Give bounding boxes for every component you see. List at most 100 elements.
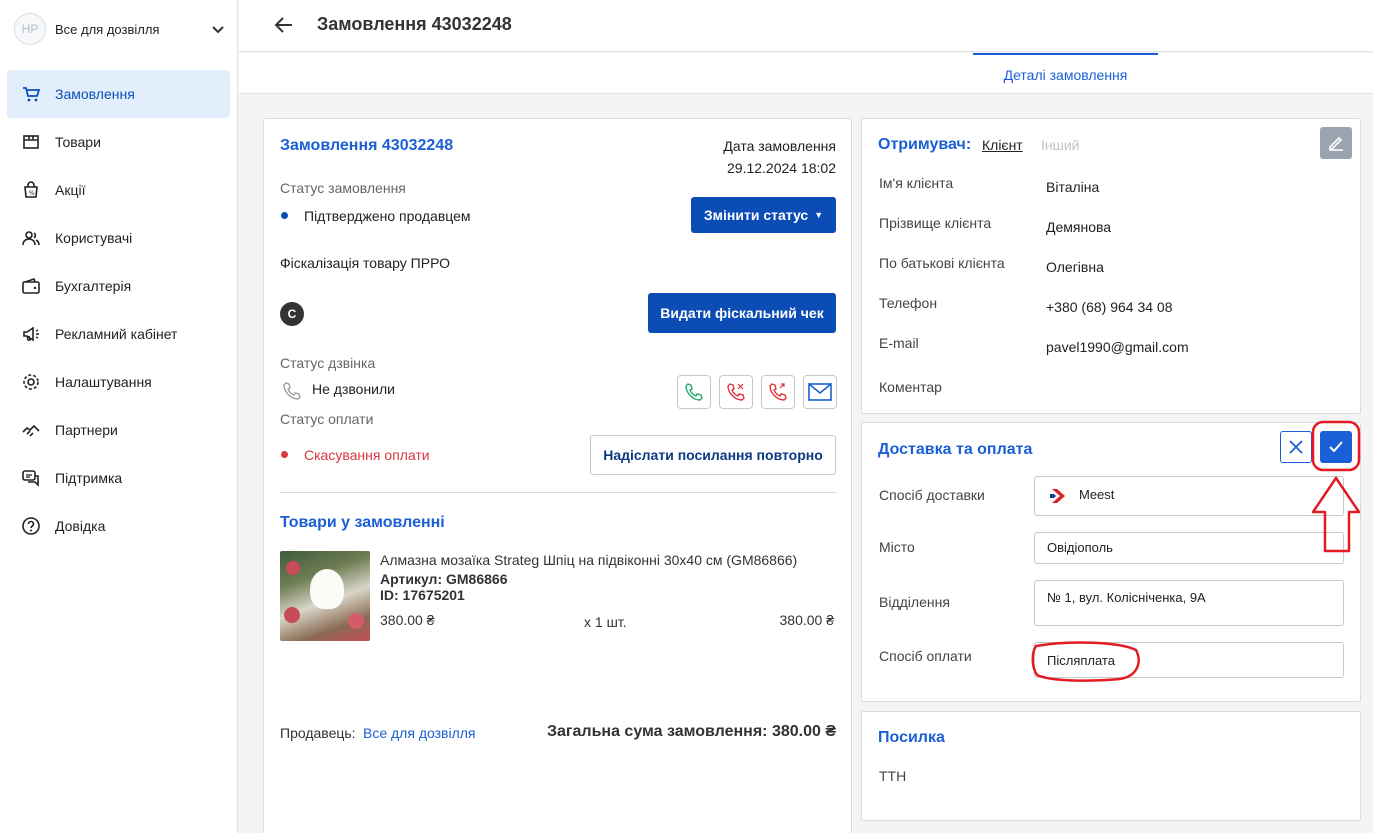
field-label: Місто <box>879 539 915 555</box>
caret-down-icon: ▼ <box>814 210 824 220</box>
payment-status-dot <box>281 451 288 458</box>
sidebar-item-label: Товари <box>55 134 101 150</box>
city-input[interactable]: Овідіополь <box>1034 532 1344 564</box>
sidebar-item-label: Замовлення <box>55 86 135 102</box>
payment-status-value: Скасування оплати <box>304 447 430 463</box>
rose <box>284 607 300 623</box>
field-label: Спосіб доставки <box>879 487 985 503</box>
phone-icon <box>283 382 301 400</box>
rose <box>286 561 300 575</box>
help-icon <box>21 516 41 536</box>
order-status-label: Статус замовлення <box>280 180 406 196</box>
order-date-value: 29.12.2024 18:02 <box>727 160 836 176</box>
call-answered-button[interactable] <box>677 375 711 409</box>
chat-icon <box>21 468 41 488</box>
rose <box>348 613 364 629</box>
send-email-button[interactable] <box>803 375 837 409</box>
seller-link[interactable]: Все для дозвілля <box>363 725 476 741</box>
field-label: Спосіб оплати <box>879 648 972 664</box>
sidebar-item-promotions[interactable]: % Акції <box>7 166 230 214</box>
sidebar-item-products[interactable]: Товари <box>7 118 230 166</box>
chevron-down-icon <box>212 26 224 34</box>
items-title: Товари у замовленні <box>280 514 445 531</box>
product-id: ID: 17675201 <box>380 587 465 603</box>
sidebar-item-accounting[interactable]: Бухгалтерія <box>7 262 230 310</box>
dog-figure <box>310 569 344 609</box>
sidebar-item-label: Підтримка <box>55 470 123 486</box>
shop-name: Все для дозвілля <box>55 21 160 37</box>
field-label: Коментар <box>879 379 942 395</box>
sidebar-item-label: Рекламний кабінет <box>55 326 178 342</box>
client-middle-name: Олегівна <box>1046 259 1104 275</box>
client-first-name: Віталіна <box>1046 179 1100 195</box>
product-sum: 380.00 ₴ <box>779 612 835 628</box>
product-image[interactable] <box>280 551 370 641</box>
sidebar-item-orders[interactable]: Замовлення <box>7 70 230 118</box>
ttn-label: ТТН <box>879 768 907 784</box>
parcel-panel: Посилка ТТН <box>861 711 1361 821</box>
delivery-method-select[interactable]: Meest <box>1034 476 1344 516</box>
call-rejected-button[interactable] <box>761 375 795 409</box>
product-article: Артикул: GM86866 <box>380 571 508 587</box>
call-missed-button[interactable] <box>719 375 753 409</box>
top-bar: Замовлення 43032248 <box>239 0 1373 52</box>
sidebar-item-help[interactable]: Довідка <box>7 502 230 550</box>
close-icon <box>1289 440 1303 454</box>
product-price: 380.00 ₴ <box>380 612 435 628</box>
status-dot <box>281 212 288 219</box>
change-status-button[interactable]: Змінити статус ▼ <box>691 197 836 233</box>
sidebar-item-label: Партнери <box>55 422 118 438</box>
delivery-method-value: Meest <box>1079 487 1115 502</box>
recipient-option-client[interactable]: Клієнт <box>982 137 1023 153</box>
sidebar-item-label: Користувачі <box>55 230 133 246</box>
back-arrow-icon[interactable] <box>273 14 295 36</box>
phone-rejected-icon <box>769 383 787 401</box>
users-icon <box>21 228 41 248</box>
cancel-button[interactable] <box>1280 431 1312 463</box>
order-title: Замовлення 43032248 <box>280 137 454 154</box>
sidebar-item-ads[interactable]: Рекламний кабінет <box>7 310 230 358</box>
branch-input[interactable]: № 1, вул. Колісніченка, 9А <box>1034 580 1344 626</box>
wallet-icon <box>21 276 41 296</box>
field-label: Відділення <box>879 594 950 610</box>
payment-status-label: Статус оплати <box>280 411 374 427</box>
save-button[interactable] <box>1320 431 1352 463</box>
client-email: pavel1990@gmail.com <box>1046 339 1189 355</box>
sidebar-item-support[interactable]: Підтримка <box>7 454 230 502</box>
cart-icon <box>21 84 41 104</box>
shop-switcher[interactable]: HP Все для дозвілля <box>14 13 226 45</box>
field-label: E-mail <box>879 335 919 351</box>
resend-link-button[interactable]: Надіслати посилання повторно <box>590 435 836 475</box>
phone-green-icon <box>685 383 703 401</box>
phone-missed-icon <box>727 383 745 401</box>
sidebar-item-users[interactable]: Користувачі <box>7 214 230 262</box>
seller-label: Продавець: <box>280 725 356 741</box>
sidebar-item-partners[interactable]: Партнери <box>7 406 230 454</box>
box-icon <box>21 132 41 152</box>
recipient-title: Отримувач: <box>878 136 972 153</box>
fiscal-check-button[interactable]: Видати фіскальний чек <box>648 293 836 333</box>
shop-avatar: HP <box>14 13 46 45</box>
field-label: Прізвище клієнта <box>879 215 992 231</box>
recipient-option-other[interactable]: Інший <box>1041 137 1080 153</box>
sidebar-item-label: Довідка <box>55 518 106 534</box>
field-label: Телефон <box>879 295 938 311</box>
field-label: По батькові клієнта <box>879 255 1005 271</box>
page-title: Замовлення 43032248 <box>317 14 512 34</box>
meest-logo-icon <box>1050 489 1065 503</box>
promo-bag-icon: % <box>21 180 41 200</box>
order-panel: Замовлення 43032248 Дата замовлення 29.1… <box>263 118 852 833</box>
product-name[interactable]: Алмазна мозаїка Strateg Шпіц на підвікон… <box>380 552 797 568</box>
check-icon <box>1329 441 1343 453</box>
recipient-panel: Отримувач: Клієнт Інший Ім'я клієнта Віт… <box>861 118 1361 414</box>
fiscal-badge: C <box>280 302 304 326</box>
edit-recipient-button[interactable] <box>1320 127 1352 159</box>
sidebar-item-label: Бухгалтерія <box>55 278 132 294</box>
call-status-label: Статус дзвінка <box>280 355 376 371</box>
payment-method-select[interactable]: Післяплата <box>1034 642 1344 678</box>
megaphone-icon <box>21 324 41 344</box>
client-phone: +380 (68) 964 34 08 <box>1046 299 1173 315</box>
sidebar-item-settings[interactable]: Налаштування <box>7 358 230 406</box>
order-total: Загальна сума замовлення: 380.00 ₴ <box>546 723 836 740</box>
tab-order-details[interactable]: Деталі замовлення <box>973 53 1158 94</box>
